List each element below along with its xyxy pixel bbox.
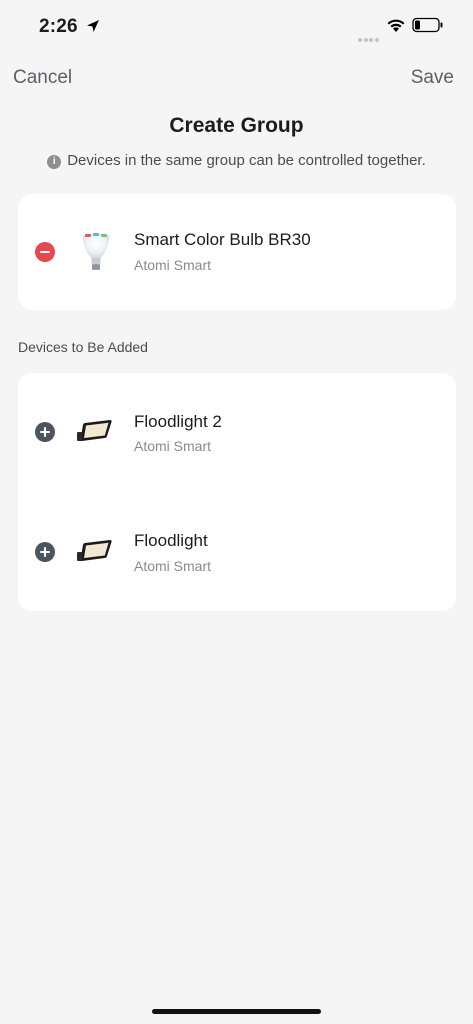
device-brand: Atomi Smart [134,257,212,273]
home-indicator[interactable] [152,1009,321,1014]
device-brand: Atomi Smart [134,438,212,454]
status-time: 2:26 [39,16,78,37]
page-title: Create Group [169,114,304,137]
floodlight-image [77,540,112,561]
group-devices-card: Smart Color Bulb BR30 Atomi Smart [18,194,456,310]
location-arrow-icon [87,20,99,32]
nav-bar: Cancel Save [0,60,473,94]
available-devices-card: Floodlight 2 Atomi Smart Floodlight Atom… [18,373,456,611]
device-brand: Atomi Smart [134,558,212,574]
section-label: Devices to Be Added [18,339,148,355]
info-icon: i [47,155,62,169]
list-item: Floodlight Atomi Smart [18,504,456,600]
device-name: Smart Color Bulb BR30 [134,230,311,249]
status-bar: 2:26 [0,0,473,54]
device-name: Floodlight 2 [134,412,222,431]
remove-device-button[interactable] [35,242,55,262]
color-bulb-image [82,233,110,270]
add-device-button[interactable] [35,422,55,442]
save-button[interactable]: Save [411,67,454,89]
list-item: Floodlight 2 Atomi Smart [18,384,456,480]
floodlight-image [77,420,112,441]
cellular-signal-icon [358,29,380,47]
add-device-button[interactable] [35,542,55,562]
battery-low-icon [412,17,443,33]
info-message: i Devices in the same group can be contro… [0,152,473,169]
info-text: Devices in the same group can be control… [67,152,426,169]
cancel-button[interactable]: Cancel [13,67,72,89]
wifi-icon [387,19,405,32]
list-item: Smart Color Bulb BR30 Atomi Smart [18,204,456,300]
device-name: Floodlight [134,531,208,550]
